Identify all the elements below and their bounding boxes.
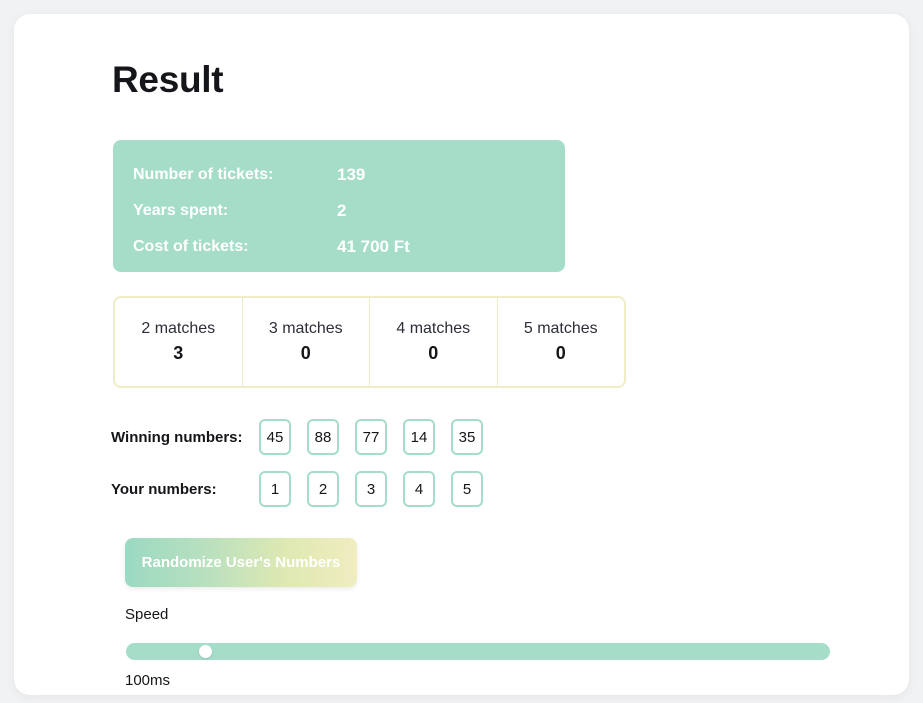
stats-value-tickets: 139: [337, 165, 366, 184]
stats-label-tickets: Number of tickets:: [133, 166, 274, 183]
user-numbers-list: 1 2 3 4 5: [259, 471, 499, 507]
stats-summary-card: Number of tickets: 139 Years spent: 2 Co…: [113, 140, 565, 272]
stats-row-cost: Cost of tickets: 41 700 Ft: [133, 229, 553, 265]
speed-slider[interactable]: [126, 643, 830, 660]
main-card: Result Number of tickets: 139 Years spen…: [14, 14, 909, 695]
stats-label-cost: Cost of tickets:: [133, 238, 249, 255]
user-number-box[interactable]: 3: [355, 471, 387, 507]
user-numbers-row: Your numbers: 1 2 3 4 5: [111, 470, 499, 508]
speed-label: Speed: [125, 606, 169, 623]
speed-value-text: 100ms: [125, 672, 171, 689]
match-label-4: 4 matches: [396, 320, 471, 337]
match-count-3: 0: [300, 343, 311, 363]
match-count-2: 3: [173, 343, 184, 363]
user-number-box[interactable]: 4: [403, 471, 435, 507]
match-count-4: 0: [428, 343, 439, 363]
match-label-3: 3 matches: [268, 320, 343, 337]
matches-breakdown: 2 matches 3 3 matches 0 4 matches 0 5 ma…: [113, 296, 626, 388]
winning-numbers-row: Winning numbers: 45 88 77 14 35: [111, 418, 499, 456]
user-number-box[interactable]: 2: [307, 471, 339, 507]
match-label-2: 2 matches: [141, 320, 216, 337]
match-cell-5: 5 matches 0: [498, 298, 625, 386]
stats-value-years: 2: [337, 201, 347, 220]
match-cell-4: 4 matches 0: [370, 298, 498, 386]
page-title: Result: [112, 59, 224, 100]
winning-numbers-list: 45 88 77 14 35: [259, 419, 499, 455]
winning-number-box: 14: [403, 419, 435, 455]
match-cell-3: 3 matches 0: [243, 298, 370, 386]
match-count-5: 0: [555, 343, 566, 363]
winning-numbers-label: Winning numbers:: [111, 428, 243, 446]
randomize-user-numbers-button[interactable]: Randomize User's Numbers: [125, 538, 357, 587]
winning-number-box: 88: [307, 419, 339, 455]
stats-value-cost: 41 700 Ft: [337, 237, 410, 256]
stats-row-tickets: Number of tickets: 139: [133, 157, 553, 193]
winning-number-box: 77: [355, 419, 387, 455]
winning-number-box: 45: [259, 419, 291, 455]
match-label-5: 5 matches: [523, 320, 598, 337]
user-number-box[interactable]: 1: [259, 471, 291, 507]
match-cell-2: 2 matches 3: [115, 298, 243, 386]
user-number-box[interactable]: 5: [451, 471, 483, 507]
stats-row-years: Years spent: 2: [133, 193, 553, 229]
user-numbers-label: Your numbers:: [111, 480, 217, 498]
winning-number-box: 35: [451, 419, 483, 455]
stats-label-years: Years spent:: [133, 202, 229, 219]
speed-slider-track[interactable]: [126, 643, 830, 660]
